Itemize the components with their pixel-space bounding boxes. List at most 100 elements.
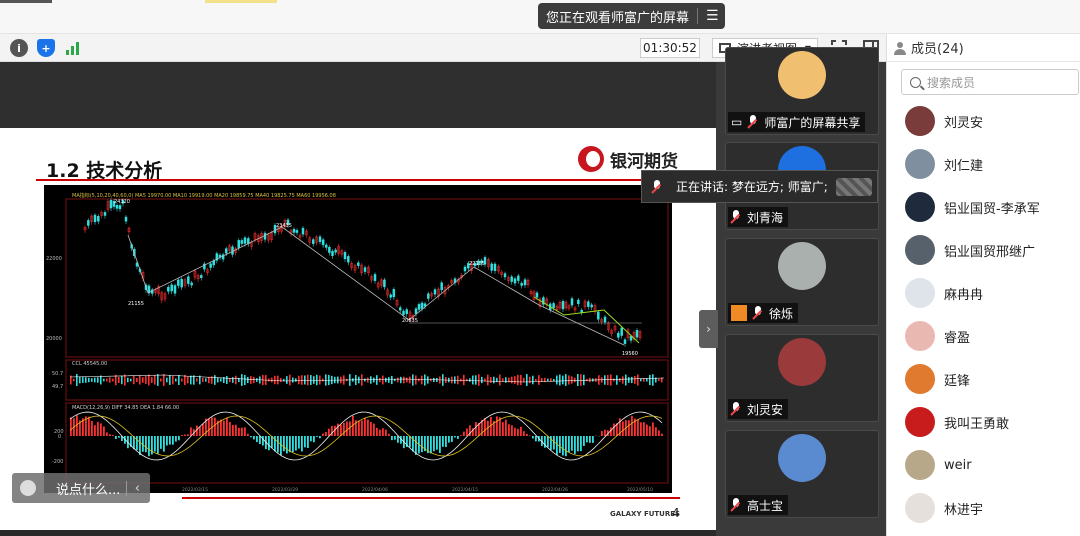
member-name: 廷锋 [944, 373, 971, 389]
member-name: 铝业国贸-李承军 [944, 201, 1040, 217]
macd-bar [253, 436, 255, 440]
member-item[interactable]: 我叫王勇敢 [905, 407, 1009, 437]
mic-muted-icon [753, 306, 763, 320]
chat-placeholder: 说点什么... [56, 482, 121, 498]
macd-bar [604, 429, 606, 436]
macd-bar [319, 436, 321, 439]
member-search-input[interactable]: 搜索成员 [901, 69, 1079, 95]
chat-input[interactable]: 说点什么... ‹ [12, 473, 150, 503]
volume-bar [181, 378, 183, 382]
macd-bar [421, 436, 423, 453]
member-item[interactable]: 睿盈 [905, 321, 970, 351]
candle [520, 283, 523, 286]
member-item[interactable]: 铝业国贸邢继广 [905, 235, 1035, 265]
volume-bar [523, 377, 525, 383]
shared-slide: 1.2 技术分析 银河期货 MA指标(5,10,20,40,60,0) MA5 … [0, 128, 716, 530]
avatar [905, 321, 935, 351]
signal-icon[interactable] [64, 39, 82, 57]
macd-bar [307, 436, 309, 448]
menu-icon[interactable]: ☰ [706, 8, 719, 24]
candle [427, 293, 430, 299]
volume-bar [85, 377, 87, 383]
volume-bar [535, 378, 537, 382]
member-item[interactable]: 刘灵安 [905, 106, 983, 136]
volume-bar [313, 376, 315, 384]
volume-bar [244, 374, 246, 386]
candle [115, 205, 119, 209]
info-icon[interactable]: i [10, 39, 28, 57]
volume-bar [469, 378, 471, 382]
volume-bar [631, 376, 633, 384]
member-item[interactable]: 刘仁建 [905, 149, 983, 179]
x-tick-label: 2022/03/29 [272, 487, 298, 493]
candle [620, 327, 623, 336]
candle [399, 307, 402, 311]
volume-bar [478, 374, 480, 386]
speaker-label: 高士宝 [728, 495, 789, 515]
shield-icon[interactable]: + [37, 39, 55, 57]
volume-bar [460, 378, 462, 382]
volume-bar [640, 378, 642, 382]
speaker-tile[interactable]: 刘灵安 [725, 334, 879, 422]
macd-bar [394, 436, 396, 440]
member-item[interactable]: weir [905, 450, 972, 480]
macd-bar [565, 436, 567, 457]
macd-bar [247, 433, 249, 436]
volume-bar [646, 378, 648, 382]
member-item[interactable]: 麻冉冉 [905, 278, 983, 308]
candle [389, 294, 392, 298]
ma-header: MA指标(5,10,20,40,60,0) MA5 19970.00 MA10 … [72, 192, 336, 199]
candle [243, 237, 247, 244]
speaker-tile[interactable]: 高士宝 [725, 430, 879, 518]
member-item[interactable]: 林进宇 [905, 493, 983, 523]
volume-bar [397, 377, 399, 383]
macd-bar [244, 427, 246, 436]
member-item[interactable]: 廷锋 [905, 364, 970, 394]
candle [490, 263, 493, 271]
volume-bar [196, 378, 198, 382]
volume-header: CCL 45545.00 [72, 361, 107, 367]
volume-bar [532, 375, 534, 385]
candle [118, 205, 122, 210]
volume-bar [250, 376, 252, 384]
candle [311, 239, 315, 244]
speaker-tile[interactable]: ▭ 师富广的屏幕共享 [725, 47, 879, 135]
macd-bar [505, 419, 507, 436]
collapse-strip-button[interactable]: › [699, 310, 718, 348]
macd-bar [250, 436, 252, 438]
candle [383, 279, 386, 288]
volume-bar [289, 374, 291, 386]
macd-bar [547, 436, 549, 448]
avatar [905, 192, 935, 222]
macd-bar [256, 436, 258, 443]
macd-bar [346, 421, 348, 436]
speaker-tile[interactable]: 徐烁 [725, 238, 879, 326]
candle [629, 336, 633, 341]
volume-bar [139, 375, 141, 385]
chevron-left-icon[interactable]: ‹ [125, 480, 140, 496]
volume-bar [79, 376, 81, 384]
shared-screen-header [0, 62, 716, 128]
macd-bar [331, 426, 333, 436]
y-tick-label: 20000 [46, 336, 62, 342]
company-logo: 银河期货 [578, 146, 678, 172]
volume-bar [427, 376, 429, 384]
speaker-strip: ▭ 师富广的屏幕共享 刘青海 徐烁 刘灵安 高士宝 [716, 47, 886, 536]
macd-bar [295, 436, 297, 451]
speaker-name: 徐烁 [769, 306, 794, 321]
emoji-icon[interactable] [20, 480, 36, 496]
volume-bar [553, 378, 555, 382]
volume-bar [457, 375, 459, 385]
macd-bar [157, 436, 159, 454]
member-name: weir [944, 457, 972, 473]
volume-bar [475, 375, 477, 385]
top-bar: 您正在观看师富广的屏幕 ☰ [0, 0, 1080, 34]
volume-bar [142, 377, 144, 383]
macd-bar [283, 436, 285, 452]
member-item[interactable]: 铝业国贸-李承军 [905, 192, 1040, 222]
macd-bar [553, 436, 555, 450]
candle [209, 263, 212, 268]
volume-bar [499, 374, 501, 386]
volume-bar [298, 375, 300, 385]
mic-muted-icon [652, 179, 662, 194]
